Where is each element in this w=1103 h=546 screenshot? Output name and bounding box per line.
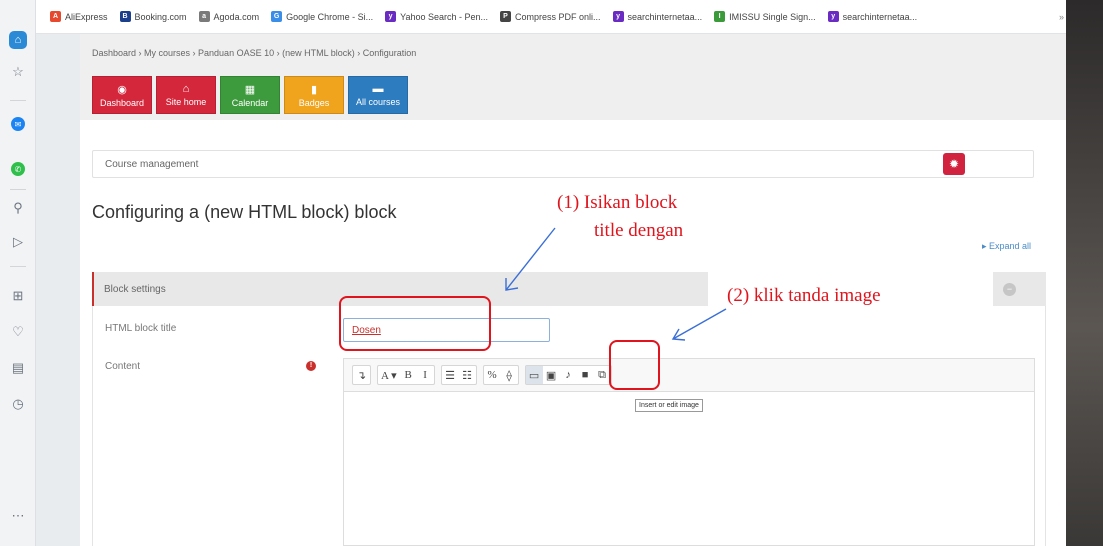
course-management-bar[interactable]: Course management — [92, 150, 1034, 178]
collapse-icon[interactable]: − — [1003, 283, 1016, 296]
content-editor[interactable] — [343, 392, 1035, 546]
bookmark-label: Compress PDF onli... — [515, 11, 601, 22]
bookmark-favicon-icon: a — [198, 11, 210, 22]
bold-icon[interactable]: B — [400, 366, 417, 384]
bookmark-favicon-icon: G — [271, 11, 283, 22]
breadcrumb[interactable]: Dashboard › My courses › Panduan OASE 10… — [92, 48, 416, 58]
bookmark-favicon-icon: y — [827, 11, 839, 22]
toolbar-group: % ⟠ — [482, 365, 519, 385]
sidebar-divider — [10, 266, 26, 267]
nav-button-label: Site home — [165, 97, 207, 107]
bookmark-favicon-icon: I — [714, 11, 726, 22]
browser-sidebar: ⌂ ☆ ✉ ✆ ⚲ ▷ ⊞ ♡ ▤ ◷ ⋯ — [0, 0, 36, 546]
bookmark-item[interactable]: y searchinternetaa... — [612, 11, 703, 22]
bookmark-label: IMISSU Single Sign... — [729, 11, 816, 22]
star-icon[interactable]: ☆ — [7, 61, 29, 83]
bookmark-label: Booking.com — [134, 11, 187, 22]
content-field-label: Content — [105, 361, 141, 372]
audio-icon[interactable]: ♪ — [560, 366, 577, 384]
nav-button-label: Badges — [298, 97, 330, 108]
search-icon[interactable]: ⚲ — [7, 197, 29, 219]
title-field-label: HTML block title — [105, 323, 177, 334]
toolbar-group: ☰ ☷ — [440, 365, 477, 385]
nav-button-label: Calendar — [231, 97, 269, 108]
quick-nav: ◉ Dashboard ⌂ Site home ▦ Calendar ▮ Badges ▬ All… — [92, 76, 408, 114]
unordered-list-icon[interactable]: ☰ — [442, 366, 459, 384]
messenger-icon[interactable]: ✉ — [11, 117, 25, 131]
nav-button-all-courses[interactable]: ▬ All courses — [348, 76, 408, 114]
bookmark-label: searchinternetaa... — [842, 11, 918, 22]
nav-button-site-home[interactable]: ⌂ Site home — [156, 76, 216, 114]
background-strip — [1066, 0, 1103, 546]
bookmark-item[interactable]: y Yahoo Search - Pen... — [385, 11, 488, 22]
bookmark-label: Yahoo Search - Pen... — [400, 11, 489, 22]
send-icon[interactable]: ▷ — [7, 231, 29, 253]
sidebar-divider — [10, 100, 26, 101]
courses-icon: ▬ — [372, 83, 384, 95]
clock-icon[interactable]: ◷ — [7, 393, 29, 415]
bookmark-label: AliExpress — [65, 11, 108, 22]
annotation-highlight-image-button — [609, 340, 660, 390]
toolbar-group: ▭ ▣ ♪ ■ ⧉ — [524, 365, 612, 385]
bookmark-item[interactable]: G Google Chrome - Si... — [271, 11, 373, 22]
more-icon[interactable]: ⋯ — [7, 505, 29, 527]
bookmark-item[interactable]: B Booking.com — [119, 11, 187, 22]
home-icon[interactable]: ⌂ — [9, 31, 27, 49]
bookmark-item[interactable]: A AliExpress — [50, 11, 108, 22]
annotation-highlight-title — [339, 296, 491, 351]
whatsapp-icon[interactable]: ✆ — [11, 162, 25, 176]
image-icon[interactable]: ▭ — [525, 366, 543, 384]
block-settings-label: Block settings — [104, 284, 166, 295]
bookmark-label: Agoda.com — [213, 11, 260, 22]
show-more-icon[interactable]: ↴ — [353, 366, 370, 384]
annotation-1-line-2: title dengan — [594, 220, 684, 241]
badge-icon: ▮ — [310, 83, 318, 96]
dashboard-icon: ◉ — [117, 83, 127, 96]
bookmark-favicon-icon: y — [612, 11, 624, 22]
nav-button-label: All courses — [355, 97, 400, 107]
link-icon[interactable]: % — [484, 366, 501, 384]
bookmark-item[interactable]: P Compress PDF onli... — [500, 11, 601, 22]
bookmark-item[interactable]: y searchinternetaa... — [827, 11, 918, 22]
bookmark-favicon-icon: P — [500, 11, 512, 22]
annotation-2-line-1: (2) klik tanda image — [727, 285, 881, 306]
ordered-list-icon[interactable]: ☷ — [459, 366, 476, 384]
bookmark-bar: A AliExpress B Booking.com a Agoda.com G Google… — [36, 0, 1066, 34]
editor-toolbar: ↴ A ▾ B I ☰ ☷% ⟠ ▭ ▣ ♪ ■ ⧉ — [343, 358, 1035, 392]
bookmark-favicon-icon: y — [385, 11, 397, 22]
bookmarks-overflow-icon[interactable]: » — [1059, 12, 1064, 22]
nav-button-label: Dashboard — [99, 97, 145, 108]
sidebar-divider — [10, 189, 26, 190]
expand-all-link[interactable]: ▸ Expand all — [982, 241, 1031, 252]
gear-icon[interactable]: ✹ — [943, 153, 965, 175]
bookmark-item[interactable]: a Agoda.com — [198, 11, 260, 22]
italic-icon[interactable]: I — [417, 366, 434, 384]
bookmark-label: Google Chrome - Si... — [286, 11, 374, 22]
page-title: Configuring a (new HTML block) block — [92, 202, 397, 222]
media-icon[interactable]: ▣ — [543, 366, 560, 384]
calendar-icon: ▦ — [244, 83, 256, 96]
annotation-1-line-1: (1) Isikan block — [557, 192, 678, 213]
heart-icon[interactable]: ♡ — [7, 321, 29, 343]
required-icon: ! — [306, 361, 316, 371]
font-style-icon[interactable]: A ▾ — [378, 366, 400, 384]
bookmark-label: searchinternetaa... — [627, 11, 703, 22]
unlink-icon[interactable]: ⟠ — [501, 366, 518, 384]
nav-button-calendar[interactable]: ▦ Calendar — [220, 76, 280, 114]
history-panel-icon[interactable]: ▤ — [7, 357, 29, 379]
toolbar-group: ↴ — [352, 365, 371, 385]
home-icon: ⌂ — [182, 83, 190, 95]
video-icon[interactable]: ■ — [577, 366, 594, 384]
toolbar-group: A ▾ B I — [377, 365, 435, 385]
bookmark-favicon-icon: B — [119, 11, 131, 22]
bookmark-favicon-icon: A — [50, 11, 61, 22]
image-tooltip: Insert or edit image — [635, 399, 703, 412]
bookmark-item[interactable]: I IMISSU Single Sign... — [714, 11, 816, 22]
grid-icon[interactable]: ⊞ — [7, 285, 29, 307]
nav-button-dashboard[interactable]: ◉ Dashboard — [92, 76, 152, 114]
nav-button-badges[interactable]: ▮ Badges — [284, 76, 344, 114]
course-management-label: Course management — [105, 159, 199, 170]
